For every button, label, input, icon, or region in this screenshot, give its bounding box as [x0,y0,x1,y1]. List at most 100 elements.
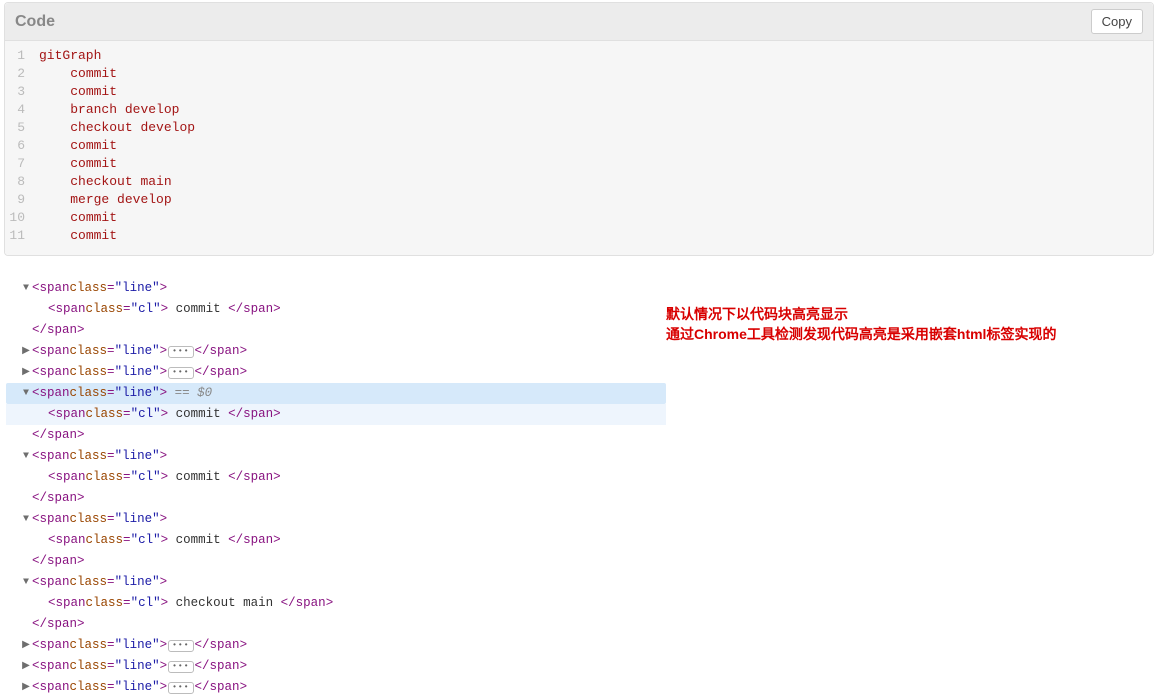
elements-tree[interactable]: ▼<span class="line">▶<span class="cl"> c… [6,278,666,698]
bracket: > [240,341,248,362]
bracket: </ [228,299,243,320]
quote: " [131,467,139,488]
tag-name: span [47,488,77,509]
bracket: < [32,677,40,698]
expand-arrow-icon[interactable]: ▼ [20,383,32,404]
attr-name: class [86,299,124,320]
quote: " [152,572,160,593]
expand-arrow-icon[interactable]: ▶ [20,635,32,656]
tag-name: span [243,404,273,425]
tag-name: span [47,320,77,341]
attr-name: class [70,446,108,467]
tag-name: span [40,341,70,362]
dom-node-row[interactable]: ▶<span class="cl"> commit </span> [6,530,666,551]
code-content: commit [39,137,117,155]
bracket: </ [32,425,47,446]
code-content: commit [39,209,117,227]
keyword-token: branch [70,102,117,117]
quote: " [153,467,161,488]
dom-node-row[interactable]: ▶</span> [6,320,666,341]
expand-arrow-icon[interactable]: ▶ [20,362,32,383]
expand-arrow-icon[interactable]: ▶ [20,341,32,362]
bracket: > [77,320,85,341]
expand-arrow-icon[interactable]: ▼ [20,572,32,593]
bracket: > [240,677,248,698]
bracket: < [32,509,40,530]
line-number: 5 [5,119,39,137]
bracket: > [160,572,168,593]
expand-arrow-icon[interactable]: ▼ [20,278,32,299]
equals: = [107,341,115,362]
tag-name: span [47,551,77,572]
dom-node-row[interactable]: ▶<span class="line">•••</span> [6,635,666,656]
bracket: > [161,299,169,320]
dom-node-row[interactable]: ▶<span class="cl"> checkout main </span> [6,593,666,614]
dom-node-row[interactable]: ▼<span class="line"> [6,572,666,593]
keyword-token: gitGraph [39,48,101,63]
keyword-token: commit [70,210,117,225]
bracket: > [161,593,169,614]
equals: = [107,383,115,404]
ellipsis-icon[interactable]: ••• [168,367,193,379]
quote: " [115,572,123,593]
dom-node-row[interactable]: ▶<span class="line">•••</span> [6,341,666,362]
quote: " [152,341,160,362]
code-content: branch develop [39,101,179,119]
line-number: 3 [5,83,39,101]
expand-arrow-icon[interactable]: ▼ [20,446,32,467]
attr-value: line [122,383,152,404]
equals: = [123,467,131,488]
dom-node-row[interactable]: ▶<span class="line">•••</span> [6,362,666,383]
attr-value: line [122,446,152,467]
attr-value: line [122,509,152,530]
dom-node-row[interactable]: ▼<span class="line"> == $0 [6,383,666,404]
copy-button[interactable]: Copy [1091,9,1143,34]
quote: " [152,509,160,530]
bracket: < [32,446,40,467]
tag-name: span [210,362,240,383]
ellipsis-icon[interactable]: ••• [168,682,193,694]
bracket: </ [195,677,210,698]
attr-value: cl [138,467,153,488]
dom-node-row[interactable]: ▶</span> [6,614,666,635]
dom-node-row[interactable]: ▼<span class="line"> [6,509,666,530]
attr-value: line [122,341,152,362]
equals: = [107,446,115,467]
bracket: > [240,362,248,383]
attr-value: line [122,362,152,383]
quote: " [115,383,123,404]
dom-node-row[interactable]: ▼<span class="line"> [6,278,666,299]
bracket: > [160,278,168,299]
ellipsis-icon[interactable]: ••• [168,346,193,358]
dom-node-row[interactable]: ▶</span> [6,488,666,509]
bracket: > [160,383,168,404]
dom-node-row[interactable]: ▶</span> [6,425,666,446]
code-line: 7 commit [5,155,1153,173]
tag-name: span [40,446,70,467]
quote: " [152,446,160,467]
dom-node-row[interactable]: ▶<span class="line">•••</span> [6,677,666,698]
code-line: 5 checkout develop [5,119,1153,137]
equals: = [123,593,131,614]
tag-name: span [40,362,70,383]
ellipsis-icon[interactable]: ••• [168,640,193,652]
attr-name: class [86,530,124,551]
code-body[interactable]: 1gitGraph2 commit3 commit4 branch develo… [5,41,1153,255]
attr-name: class [70,383,108,404]
dom-node-row[interactable]: ▶</span> [6,551,666,572]
dom-node-row[interactable]: ▶<span class="cl"> commit </span> [6,404,666,425]
bracket: </ [195,341,210,362]
expand-arrow-icon[interactable]: ▼ [20,509,32,530]
dom-node-row[interactable]: ▶<span class="cl"> commit </span> [6,467,666,488]
code-line: 2 commit [5,65,1153,83]
bracket: < [32,278,40,299]
selected-marker: == $0 [167,383,212,404]
code-header: Code Copy [5,3,1153,41]
line-number: 7 [5,155,39,173]
quote: " [152,635,160,656]
tag-name: span [243,299,273,320]
expand-arrow-icon[interactable]: ▶ [20,677,32,698]
attr-name: class [70,572,108,593]
dom-node-row[interactable]: ▶<span class="cl"> commit </span> [6,299,666,320]
dom-node-row[interactable]: ▼<span class="line"> [6,446,666,467]
